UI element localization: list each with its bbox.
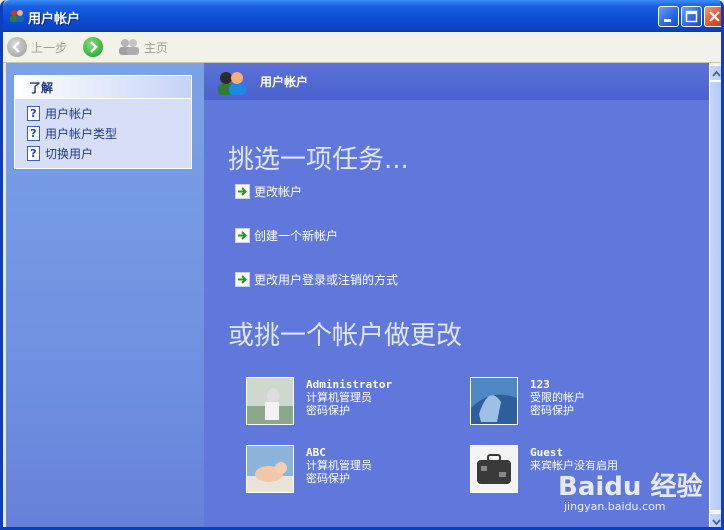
forward-button[interactable]: [83, 35, 103, 59]
home-label: 主页: [144, 40, 169, 55]
help-icon: ?: [27, 145, 40, 161]
help-link-switch-users[interactable]: ? 切换用户: [27, 143, 191, 163]
green-arrow-icon: [235, 228, 250, 243]
minimize-icon: [664, 19, 671, 22]
minimize-button[interactable]: [658, 6, 679, 27]
account-picture: [470, 377, 518, 425]
maximize-icon: [685, 10, 698, 23]
account-abc[interactable]: ABC 计算机管理员 密码保护: [246, 445, 372, 493]
baidu-watermark-url: jingyan.baidu.com: [564, 500, 666, 513]
title-bar[interactable]: 用户帐户: [3, 0, 721, 32]
main-header-title: 用户帐户: [260, 75, 309, 89]
back-arrow-icon: [7, 37, 27, 57]
task-create-account[interactable]: 创建一个新帐户: [235, 227, 338, 244]
help-link-account-types[interactable]: ? 用户帐户类型: [27, 123, 191, 143]
home-button[interactable]: 主页: [118, 35, 168, 59]
back-button[interactable]: 上一步: [7, 35, 67, 59]
left-task-pane: 了解 ? 用户帐户 ? 用户帐户类型 ? 切换用户: [6, 63, 204, 527]
main-content: 用户帐户 挑选一项任务... 更改帐户 创建一个新帐户 更改用户登录或注销的方式…: [204, 63, 709, 527]
pick-task-heading: 挑选一项任务...: [228, 145, 409, 175]
task-change-account[interactable]: 更改帐户: [235, 183, 302, 200]
chevron-down-icon: [712, 519, 721, 526]
help-link-user-accounts[interactable]: ? 用户帐户: [27, 103, 191, 123]
main-header: 用户帐户: [204, 63, 709, 100]
close-button[interactable]: [704, 6, 721, 27]
account-picture: [246, 377, 294, 425]
home-users-icon: [119, 39, 139, 55]
vertical-scrollbar[interactable]: [709, 63, 721, 527]
baidu-watermark: Baidu 经验: [558, 472, 703, 502]
close-icon: [709, 11, 720, 22]
green-arrow-icon: [235, 184, 250, 199]
user-accounts-header-icon: [218, 72, 246, 95]
scroll-up-button[interactable]: [709, 65, 721, 81]
chevron-up-icon: [712, 70, 721, 77]
account-picture: [246, 445, 294, 493]
account-administrator[interactable]: Administrator 计算机管理员 密码保护: [246, 377, 392, 425]
user-accounts-window: 用户帐户 上一步 主页 了解 ? 用户帐户 ? 用户帐户类型 ? 切换用户 用户…: [0, 0, 724, 530]
green-arrow-icon: [235, 272, 250, 287]
learn-about-panel: 了解 ? 用户帐户 ? 用户帐户类型 ? 切换用户: [14, 75, 192, 169]
window-title: 用户帐户: [28, 12, 81, 27]
forward-arrow-icon: [83, 37, 103, 57]
back-label: 上一步: [31, 40, 68, 55]
task-change-logon[interactable]: 更改用户登录或注销的方式: [235, 271, 398, 288]
toolbar: 上一步 主页: [3, 32, 721, 63]
pick-account-heading: 或挑一个帐户做更改: [228, 321, 463, 351]
account-picture: [470, 445, 518, 493]
account-123[interactable]: 123 受限的帐户 密码保护: [470, 377, 585, 425]
users-app-icon: [10, 10, 24, 22]
learn-about-title: 了解: [15, 76, 191, 99]
help-icon: ?: [27, 105, 40, 121]
scroll-down-button[interactable]: [709, 513, 721, 527]
scroll-thumb[interactable]: [709, 81, 721, 511]
maximize-button[interactable]: [681, 6, 702, 27]
help-icon: ?: [27, 125, 40, 141]
